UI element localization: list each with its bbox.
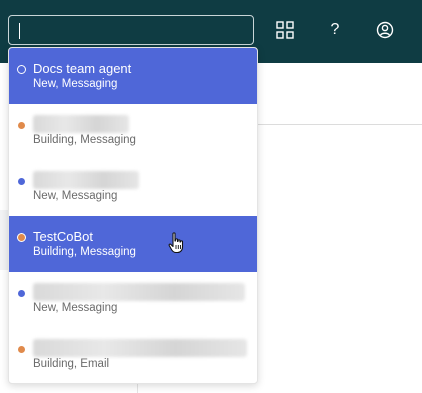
help-icon-glyph: ? xyxy=(330,21,340,38)
list-item[interactable]: New, Messaging xyxy=(9,272,257,328)
list-item[interactable]: TestCoBot Building, Messaging xyxy=(9,216,257,272)
redacted-name xyxy=(33,283,245,301)
item-subtitle: New, Messaging xyxy=(33,302,118,314)
status-dot xyxy=(18,122,25,129)
status-dot xyxy=(18,346,25,353)
redacted-name xyxy=(33,339,247,357)
search-input[interactable] xyxy=(9,16,253,44)
status-dot xyxy=(18,290,25,297)
help-icon[interactable]: ? xyxy=(325,20,345,40)
account-icon[interactable] xyxy=(375,20,395,40)
redacted-name xyxy=(33,171,139,189)
item-name: TestCoBot xyxy=(33,229,93,244)
item-subtitle: Building, Messaging xyxy=(33,134,136,146)
text-caret xyxy=(19,23,20,39)
grid-icon[interactable] xyxy=(275,20,295,40)
item-name: Docs team agent xyxy=(33,61,132,76)
status-dot xyxy=(17,233,26,242)
item-subtitle: New, Messaging xyxy=(33,190,118,202)
status-dot xyxy=(18,178,25,185)
list-item[interactable]: Building, Messaging xyxy=(9,104,257,160)
item-subtitle: Building, Messaging xyxy=(33,246,136,258)
list-item[interactable]: New, Messaging xyxy=(9,160,257,216)
app-page: ? Docs team agent New, Messaging Buildin… xyxy=(0,0,422,393)
pointer-hand-cursor-icon xyxy=(168,232,186,254)
list-item[interactable]: Docs team agent New, Messaging xyxy=(9,48,257,104)
redacted-name xyxy=(33,115,129,133)
item-subtitle: New, Messaging xyxy=(33,78,118,90)
list-item[interactable]: Building, Email xyxy=(9,328,257,383)
search-box[interactable] xyxy=(8,15,254,45)
item-subtitle: Building, Email xyxy=(33,358,110,370)
search-results-dropdown: Docs team agent New, Messaging Building,… xyxy=(8,47,258,384)
background-divider xyxy=(258,124,422,125)
status-dot xyxy=(17,65,26,74)
